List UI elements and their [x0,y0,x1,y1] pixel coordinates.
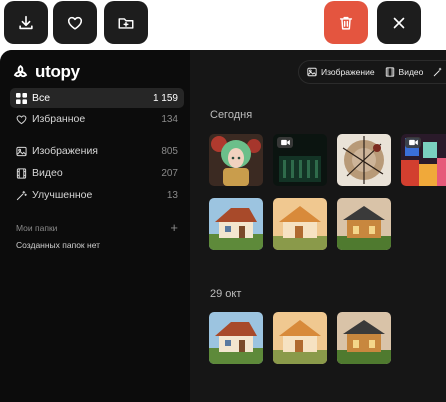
sidebar-item-images[interactable]: Изображения 805 [10,141,184,161]
video-camera-icon [408,139,418,146]
sidebar-item-video[interactable]: Видео 207 [10,163,184,183]
video-badge [277,137,293,148]
sidebar-item-label: Изображения [32,145,98,157]
sidebar-item-favorites[interactable]: Избранное 134 [10,109,184,129]
magic-wand-icon [434,67,442,77]
gallery-thumbnail-house-1-oct[interactable] [209,312,263,364]
sidebar-item-count: 1 159 [152,92,178,104]
sidebar-item-enhanced[interactable]: Улучшенное 13 [10,185,184,205]
filter-video[interactable]: Видео [385,67,424,77]
add-folder-button[interactable]: + [170,221,178,234]
move-to-folder-button[interactable] [104,1,148,44]
gallery-thumbnail-house-2-oct[interactable] [273,312,327,364]
app-window: utopy Все 1 159 Избранное 134 Изображени… [0,50,446,402]
gallery-thumbnail-house-3[interactable] [337,198,391,250]
trash-icon [339,16,353,30]
sidebar-item-all[interactable]: Все 1 159 [10,88,184,108]
sidebar-item-count: 134 [161,113,178,125]
film-icon [385,67,394,77]
filter-images[interactable]: Изображение [307,67,375,77]
heart-icon [16,114,27,125]
download-button[interactable] [4,1,48,44]
utopy-logo-icon [13,64,28,77]
filter-images-label: Изображение [321,67,375,77]
gallery-thumbnail-colorful-mosaic[interactable] [401,134,446,186]
folder-plus-icon [118,17,134,29]
folders-empty-text: Созданных папок нет [16,240,101,250]
folders-header: Мои папки + [16,221,178,234]
close-icon [393,17,405,28]
filter-bar: Изображение Видео [298,60,446,84]
grid-icon [16,92,27,104]
gallery-thumbnail-house-1[interactable] [209,198,263,250]
folders-title: Мои папки [16,222,58,233]
sidebar-item-count: 13 [166,189,178,201]
sidebar-item-label: Видео [32,167,63,179]
filter-video-label: Видео [398,67,424,77]
download-icon [19,15,33,29]
image-icon [16,146,27,157]
delete-button[interactable] [324,1,368,44]
screen: utopy Все 1 159 Избранное 134 Изображени… [0,0,446,402]
gallery-thumbnail-abstract-art[interactable] [337,134,391,186]
sidebar-item-label: Улучшенное [32,189,93,201]
film-icon [16,167,27,179]
gallery-thumbnail-house-3-oct[interactable] [337,312,391,364]
gallery-thumbnail-video-dark[interactable] [273,134,327,186]
app-logo-text: utopy [35,62,80,81]
sidebar-item-count: 207 [161,167,178,179]
image-icon [307,67,317,77]
gallery-thumbnail-fantasy-girl[interactable] [209,134,263,186]
gallery-thumbnail-house-2[interactable] [273,198,327,250]
video-badge [405,137,421,148]
sidebar-item-count: 805 [161,145,178,157]
section-title-today: Сегодня [210,109,253,121]
favorite-button[interactable] [53,1,97,44]
heart-icon [67,16,83,30]
filter-enhanced[interactable] [433,67,443,77]
section-title-oct-29: 29 окт [210,288,242,300]
magic-wand-icon [16,190,27,201]
sidebar: utopy Все 1 159 Избранное 134 Изображени… [0,50,190,402]
sidebar-item-label: Избранное [32,113,86,125]
sidebar-item-label: Все [32,92,51,104]
app-logo[interactable]: utopy [12,62,80,82]
close-button[interactable] [377,1,421,44]
video-camera-icon [280,139,290,146]
